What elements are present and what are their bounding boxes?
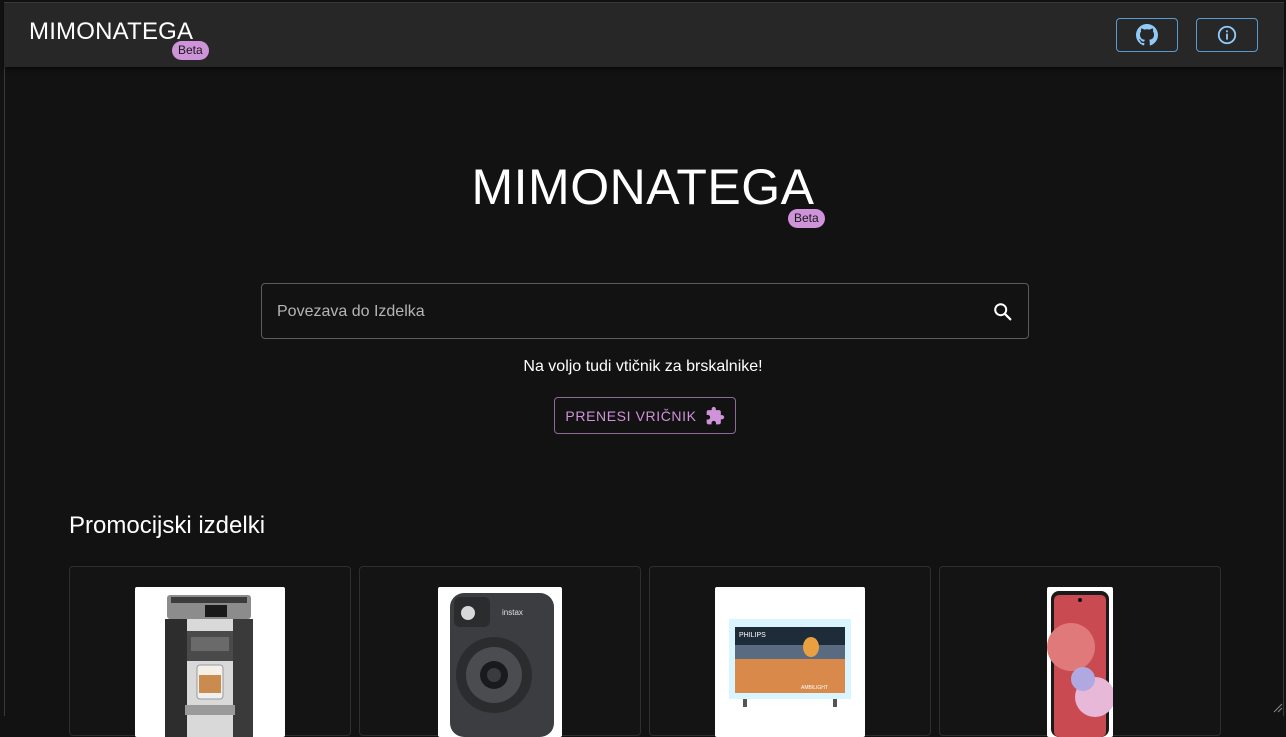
brand-logo[interactable]: MIMONATEGA xyxy=(29,18,193,46)
product-link-input[interactable] xyxy=(275,284,979,340)
download-extension-button[interactable]: PRENESI VRIČNIK xyxy=(554,397,736,434)
search-button[interactable] xyxy=(992,301,1014,328)
product-card[interactable] xyxy=(69,566,351,737)
svg-text:AMBILIGHT: AMBILIGHT xyxy=(801,685,828,691)
coffee-machine-image xyxy=(135,587,285,737)
product-card[interactable]: instax xyxy=(359,566,641,737)
product-card[interactable]: PHILIPS AMBILIGHT xyxy=(649,566,931,737)
extension-hint: Na voljo tudi vtičnik za brskalnike! xyxy=(523,358,763,375)
instant-camera-image: instax xyxy=(438,587,562,737)
svg-text:instax: instax xyxy=(502,608,523,617)
github-icon xyxy=(1136,24,1158,46)
info-icon xyxy=(1217,25,1237,45)
resize-handle-icon[interactable] xyxy=(1273,703,1283,713)
promo-section-title: Promocijski izdelki xyxy=(69,512,266,539)
search-icon xyxy=(994,303,1012,321)
television-image: PHILIPS AMBILIGHT xyxy=(715,587,865,737)
hero-title: MIMONATEGA xyxy=(471,159,815,215)
download-extension-label: PRENESI VRIČNIK xyxy=(565,407,697,424)
smartphone-image xyxy=(1047,587,1113,737)
product-card[interactable] xyxy=(939,566,1221,737)
app-bar: MIMONATEGA Beta xyxy=(4,2,1284,67)
github-button[interactable] xyxy=(1116,18,1178,52)
hero-beta-badge: Beta xyxy=(788,209,825,228)
info-button[interactable] xyxy=(1196,18,1258,52)
svg-text:PHILIPS: PHILIPS xyxy=(739,632,766,639)
search-box xyxy=(261,283,1029,340)
puzzle-icon xyxy=(706,406,724,424)
beta-badge: Beta xyxy=(172,41,209,60)
